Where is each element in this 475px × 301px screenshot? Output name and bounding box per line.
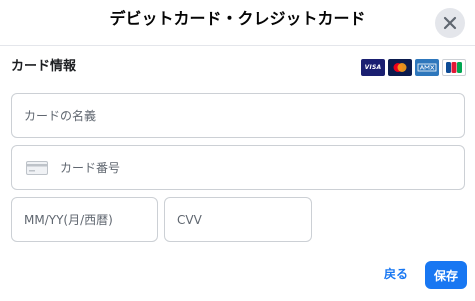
dialog-header: デビットカード・クレジットカード [0, 0, 475, 44]
card-brand-logos: VISA [361, 59, 466, 76]
cvv-field[interactable] [164, 197, 312, 242]
back-button[interactable]: 戻る [384, 265, 408, 283]
card-name-field[interactable] [11, 93, 465, 138]
cvv-input[interactable] [165, 198, 311, 241]
expiry-field[interactable] [11, 197, 158, 242]
card-name-input[interactable] [12, 94, 464, 137]
expiry-input[interactable] [12, 198, 157, 241]
jcb-logo [442, 59, 466, 76]
save-button[interactable]: 保存 [425, 261, 467, 289]
card-number-input[interactable] [12, 146, 464, 189]
card-number-field[interactable] [11, 145, 465, 190]
mastercard-logo [388, 59, 412, 76]
visa-logo: VISA [361, 59, 385, 76]
header-divider [0, 45, 475, 46]
card-dialog: デビットカード・クレジットカード カード情報 VISA カードの名義 カード番号… [0, 0, 475, 301]
close-button[interactable] [435, 8, 465, 38]
close-icon [443, 16, 457, 30]
dialog-title: デビットカード・クレジットカード [109, 9, 366, 28]
section-label-card-info: カード情報 [11, 59, 77, 74]
amex-logo [415, 59, 439, 76]
